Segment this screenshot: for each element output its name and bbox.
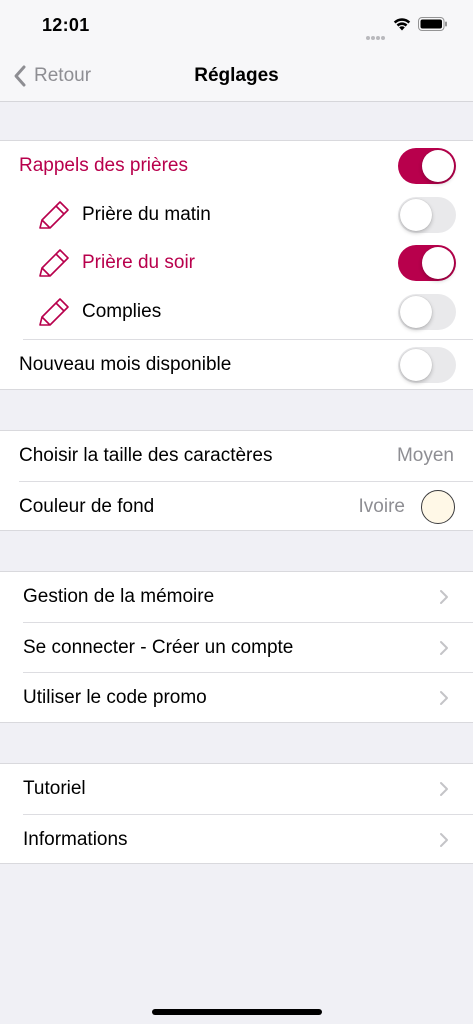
background-color-row[interactable]: Couleur de fond Ivoire <box>0 482 473 531</box>
navigation-bar: Retour Réglages <box>0 50 473 102</box>
compline-toggle[interactable] <box>398 294 456 330</box>
background-color-label: Couleur de fond <box>19 495 155 517</box>
promo-code-row[interactable]: Utiliser le code promo <box>0 673 473 722</box>
account-section: Gestion de la mémoire Se connecter - Cré… <box>0 571 473 723</box>
new-month-toggle[interactable] <box>398 347 456 383</box>
new-month-label: Nouveau mois disponible <box>19 354 232 375</box>
page-title: Réglages <box>194 65 279 86</box>
help-section: Tutoriel Informations <box>0 763 473 864</box>
font-size-label: Choisir la taille des caractères <box>19 445 273 466</box>
promo-code-label: Utiliser le code promo <box>23 686 207 708</box>
compline-label: Complies <box>82 301 162 322</box>
battery-icon <box>418 17 447 31</box>
information-label: Informations <box>23 828 128 850</box>
wifi-icon <box>393 18 411 31</box>
memory-management-label: Gestion de la mémoire <box>23 586 215 607</box>
prayer-reminders-row: Rappels des prières <box>0 141 473 191</box>
morning-prayer-label: Prière du matin <box>82 204 211 225</box>
login-row[interactable]: Se connecter - Créer un compte <box>0 623 473 672</box>
cellular-signal-icon <box>366 27 386 40</box>
pencil-icon[interactable] <box>36 297 70 327</box>
evening-prayer-toggle[interactable] <box>398 245 456 281</box>
new-month-row: Nouveau mois disponible <box>0 340 473 390</box>
prayer-reminders-toggle[interactable] <box>398 148 456 184</box>
background-color-swatch[interactable] <box>421 489 455 524</box>
pencil-icon[interactable] <box>36 248 70 278</box>
font-size-value: Moyen <box>396 445 454 466</box>
memory-management-row[interactable]: Gestion de la mémoire <box>0 572 473 622</box>
font-size-row[interactable]: Choisir la taille des caractères Moyen <box>0 431 473 481</box>
status-bar: 12:01 <box>0 0 473 50</box>
chevron-right-icon <box>440 690 448 705</box>
evening-prayer-row: Prière du soir <box>0 239 473 287</box>
prayer-reminders-label: Rappels des prières <box>19 155 188 176</box>
morning-prayer-toggle[interactable] <box>398 197 456 233</box>
chevron-right-icon <box>440 590 448 604</box>
login-label: Se connecter - Créer un compte <box>23 636 294 658</box>
display-section: Choisir la taille des caractères Moyen C… <box>0 430 473 531</box>
compline-row: Complies <box>0 287 473 337</box>
background-color-value: Ivoire <box>358 495 405 517</box>
chevron-right-icon <box>440 782 448 796</box>
chevron-right-icon <box>440 832 448 847</box>
notifications-section: Rappels des prières Prière du matin Priè… <box>0 140 473 390</box>
home-indicator[interactable] <box>152 1009 322 1015</box>
morning-prayer-row: Prière du matin <box>0 191 473 239</box>
pencil-icon[interactable] <box>36 200 70 230</box>
tutorial-label: Tutoriel <box>23 778 86 799</box>
evening-prayer-label: Prière du soir <box>82 252 195 273</box>
information-row[interactable]: Informations <box>0 815 473 864</box>
chevron-right-icon <box>440 640 448 655</box>
status-time: 12:01 <box>42 15 90 35</box>
tutorial-row[interactable]: Tutoriel <box>0 764 473 814</box>
